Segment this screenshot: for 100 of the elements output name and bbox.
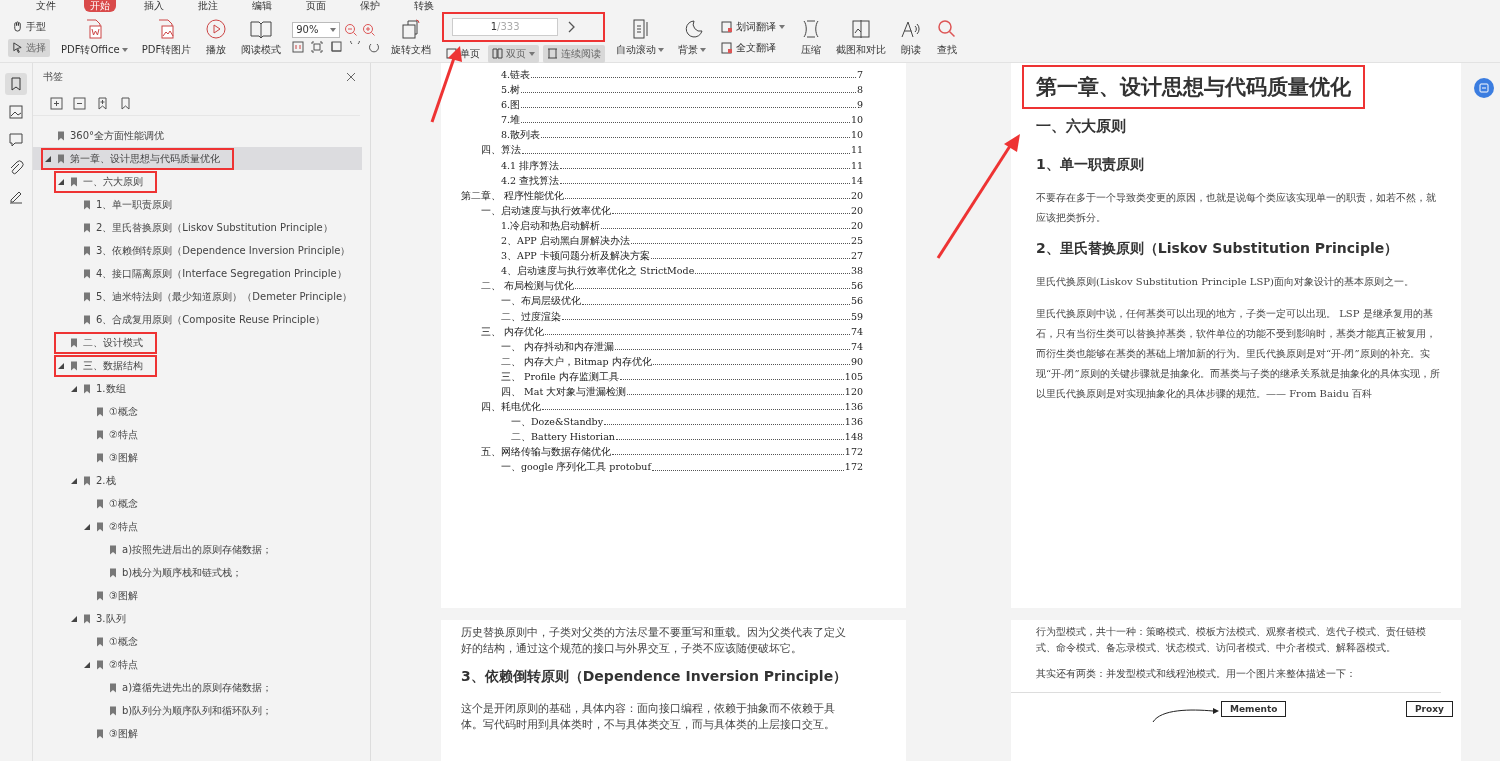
translate-icon: [721, 20, 734, 33]
bookmark-label: b)栈分为顺序栈和链式栈；: [122, 565, 243, 580]
toc-entry-title: 2、APP 启动黑白屏解决办法: [501, 234, 630, 249]
bookmark-item[interactable]: ②特点: [33, 423, 362, 446]
zoom-in-icon[interactable]: [362, 22, 377, 37]
expand-caret-icon[interactable]: [71, 477, 77, 484]
bookmark-item[interactable]: 第一章、设计思想与代码质量优化: [33, 147, 362, 170]
fit-page-icon[interactable]: [311, 40, 324, 53]
bookmark-item[interactable]: b)栈分为顺序栈和链式栈；: [33, 561, 362, 584]
bookmark-item[interactable]: ③图解: [33, 446, 362, 469]
close-icon[interactable]: [346, 72, 356, 82]
expand-caret-icon[interactable]: [45, 155, 51, 162]
toolbar-button[interactable]: 背景: [675, 17, 710, 57]
bookmark-item[interactable]: b)队列分为顺序队列和循环队列；: [33, 699, 362, 722]
bookmark-item[interactable]: 二、设计模式: [33, 331, 362, 354]
toc-page-number: 10: [850, 128, 863, 143]
collapse-all-icon[interactable]: [73, 96, 86, 110]
bookmark-item[interactable]: 6、合成复用原则（Composite Reuse Principle）: [33, 308, 362, 331]
view-mode-button[interactable]: 单页: [442, 44, 485, 63]
bookmark-icon: [83, 245, 91, 256]
menu-tab[interactable]: 编辑: [246, 0, 278, 12]
bookmark-label: 3、依赖倒转原则（Dependence Inversion Principle）: [96, 243, 351, 258]
toc-entry-title: 三、 Profile 内存监测工具: [501, 369, 619, 384]
bookmark-icon: [83, 268, 91, 279]
cursor-mode-button[interactable]: 选择: [8, 38, 50, 57]
zoom-out-icon[interactable]: [344, 22, 359, 37]
bookmark-item[interactable]: 1.数组: [33, 377, 362, 400]
cursor-mode-button[interactable]: 手型: [8, 17, 50, 36]
toolbar-button[interactable]: 自动滚动: [613, 17, 668, 57]
bookmark-icon[interactable]: [119, 96, 132, 110]
toolbar-button[interactable]: 阅读模式: [238, 17, 285, 57]
floating-tool-button[interactable]: [1474, 78, 1494, 98]
translate-button[interactable]: 全文翻译: [717, 38, 790, 57]
add-bookmark-icon[interactable]: [96, 96, 109, 110]
expand-caret-icon[interactable]: [58, 362, 64, 369]
menu-tab[interactable]: 文件: [30, 0, 62, 12]
bookmark-icon: [109, 567, 117, 578]
menu-tab[interactable]: 插入: [138, 0, 170, 12]
bookmark-item[interactable]: 360°全方面性能调优: [33, 124, 362, 147]
next-page-icon[interactable]: [566, 20, 577, 33]
expand-caret-icon[interactable]: [71, 385, 77, 392]
bookmark-item[interactable]: ②特点: [33, 653, 362, 676]
bookmark-item[interactable]: 三、数据结构: [33, 354, 362, 377]
menu-tab[interactable]: 保护: [354, 0, 386, 12]
expand-caret-icon[interactable]: [84, 523, 90, 530]
menu-tab[interactable]: 页面: [300, 0, 332, 12]
paragraph: 历史替换原则中，子类对父类的方法尽量不要重写和重载。因为父类代表了定义好的结构，通过这个规范的接口与外界交互，子类不应该随便破坏它。: [461, 625, 847, 656]
expand-caret-icon[interactable]: [58, 178, 64, 185]
bookmark-item[interactable]: 一、六大原则: [33, 170, 362, 193]
bookmark-item[interactable]: ②特点: [33, 515, 362, 538]
fit-width-icon[interactable]: [330, 40, 343, 53]
bookmark-item[interactable]: 2.栈: [33, 469, 362, 492]
bookmark-item[interactable]: 5、迪米特法则（最少知道原则）（Demeter Principle）: [33, 285, 362, 308]
toc-entry-title: 5.树: [501, 83, 521, 98]
rotate-document-button[interactable]: 旋转文档: [388, 17, 435, 57]
toolbar-button[interactable]: PDF转图片: [138, 17, 195, 57]
bookmark-icon[interactable]: [5, 73, 27, 95]
actual-size-icon[interactable]: [292, 40, 305, 53]
bookmark-item[interactable]: 4、接口隔离原则（Interface Segregation Principle）: [33, 262, 362, 285]
toolbar-button[interactable]: 压缩: [797, 17, 826, 57]
toolbar-button[interactable]: 朗读: [897, 17, 926, 57]
zoom-dropdown[interactable]: 90%: [292, 21, 341, 38]
bookmark-item[interactable]: ①概念: [33, 400, 362, 423]
bookmark-label: ①概念: [109, 634, 138, 649]
bookmark-item[interactable]: ①概念: [33, 492, 362, 515]
toc-page-number: 59: [850, 309, 863, 324]
bookmark-item[interactable]: 3、依赖倒转原则（Dependence Inversion Principle）: [33, 239, 362, 262]
expand-caret-icon[interactable]: [84, 661, 90, 668]
bookmark-item[interactable]: ①概念: [33, 630, 362, 653]
toolbar-button[interactable]: 播放: [202, 17, 231, 57]
menu-tab[interactable]: 批注: [192, 0, 224, 12]
bookmark-label: 三、数据结构: [83, 358, 143, 373]
view-mode-button[interactable]: 连续阅读: [543, 44, 606, 63]
bookmark-item[interactable]: ③图解: [33, 722, 362, 745]
expand-all-icon[interactable]: [50, 96, 63, 110]
toc-page-number: 172: [844, 460, 863, 475]
bookmark-item[interactable]: ③图解: [33, 584, 362, 607]
page-number-field[interactable]: 1/333: [452, 17, 559, 36]
toc-page-number: 74: [850, 339, 863, 354]
bookmark-icon: [83, 199, 91, 210]
view-mode-button[interactable]: 双页: [488, 44, 540, 63]
paragraph: 里氏代换原则(Liskov Substitution Principle LSP)面向对象设计的基本原则之一。: [1036, 275, 1415, 289]
toc-entry-title: 三、 内存优化: [481, 324, 545, 339]
toolbar-button[interactable]: 查找: [933, 17, 962, 57]
bookmark-item[interactable]: 2、里氏替换原则（Liskov Substitution Principle）: [33, 216, 362, 239]
menu-tab[interactable]: 开始: [84, 0, 116, 12]
caret-icon: [700, 47, 707, 52]
bookmark-item[interactable]: 3.队列: [33, 607, 362, 630]
toc-page-number: 11: [850, 158, 863, 173]
subsection-heading: 2、里氏替换原则（Liskov Substitution Principle）: [1036, 240, 1400, 258]
toolbar-button[interactable]: 截图和对比: [833, 17, 890, 57]
bookmark-item[interactable]: 1、单一职责原则: [33, 193, 362, 216]
bookmark-item[interactable]: a)按照先进后出的原则存储数据；: [33, 538, 362, 561]
menu-tab[interactable]: 转换: [408, 0, 440, 12]
bookmark-item[interactable]: a)遵循先进先出的原则存储数据；: [33, 676, 362, 699]
translate-button[interactable]: 划词翻译: [717, 17, 790, 36]
toolbar-button[interactable]: PDF转Office: [58, 17, 131, 57]
bookmark-icon: [96, 590, 104, 601]
expand-caret-icon[interactable]: [71, 615, 77, 622]
bookmark-label: 360°全方面性能调优: [70, 128, 165, 143]
